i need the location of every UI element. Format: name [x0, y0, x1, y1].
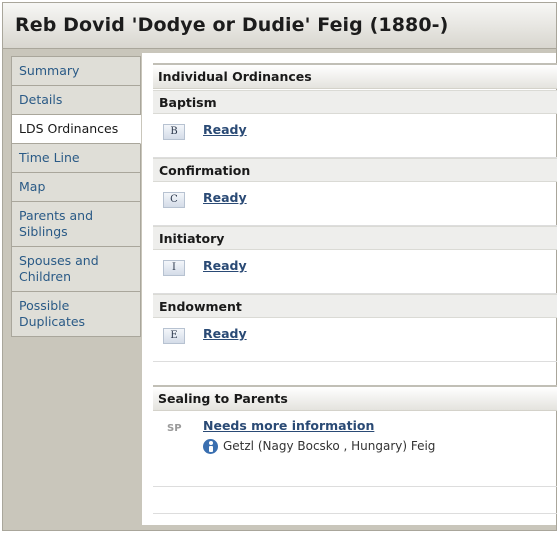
sidebar-item-time-line[interactable]: Time Line [11, 144, 141, 173]
parent-entry: Getzl (Nagy Bocsko , Hungary) Feig [203, 438, 435, 454]
ordinance-name: Baptism [159, 95, 217, 110]
page-title: Reb Dovid 'Dodye or Dudie' Feig (1880-) [15, 14, 449, 36]
sidebar-item-map[interactable]: Map [11, 173, 141, 202]
sidebar-item-spouses-children[interactable]: Spouses and Children [11, 247, 141, 292]
confirmation-badge-icon: C [163, 192, 185, 208]
needs-more-info-link[interactable]: Needs more information [203, 418, 374, 433]
parent-name: Getzl (Nagy Bocsko , Hungary) Feig [223, 439, 436, 453]
sidebar-item-lds-ordinances[interactable]: LDS Ordinances [11, 115, 141, 144]
section-title: Sealing to Parents [158, 391, 288, 406]
baptism-badge-icon: B [163, 124, 185, 140]
initiatory-badge-icon: I [163, 260, 185, 276]
individual-ordinances-header: Individual Ordinances [153, 63, 557, 89]
ordinance-heading-endowment: Endowment [153, 294, 557, 318]
ordinance-row-initiatory: I Ready [153, 250, 557, 294]
sidebar-item-possible-duplicates[interactable]: Possible Duplicates [11, 292, 141, 337]
person-info-icon[interactable] [203, 438, 218, 454]
baptism-status-link[interactable]: Ready [203, 122, 247, 137]
ordinance-name: Endowment [159, 299, 242, 314]
sealing-to-parents-header: Sealing to Parents [153, 385, 557, 411]
app-frame: Reb Dovid 'Dodye or Dudie' Feig (1880-) … [2, 2, 557, 531]
initiatory-status-link[interactable]: Ready [203, 258, 247, 273]
endowment-status-link[interactable]: Ready [203, 326, 247, 341]
ordinance-row-baptism: B Ready [153, 114, 557, 158]
ordinance-row-confirmation: C Ready [153, 182, 557, 226]
sidebar-item-summary[interactable]: Summary [11, 56, 141, 86]
ordinances-panel: Individual Ordinances Baptism B Ready Co… [142, 53, 557, 525]
sidebar-item-parents-siblings[interactable]: Parents and Siblings [11, 202, 141, 247]
title-bar: Reb Dovid 'Dodye or Dudie' Feig (1880-) [3, 3, 556, 49]
ordinance-name: Confirmation [159, 163, 251, 178]
confirmation-status-link[interactable]: Ready [203, 190, 247, 205]
sealing-badge-label: SP [167, 423, 182, 434]
ordinance-heading-confirmation: Confirmation [153, 158, 557, 182]
ordinance-name: Initiatory [159, 231, 225, 246]
section-title: Individual Ordinances [158, 69, 312, 84]
ordinance-row-endowment: E Ready [153, 318, 557, 362]
sidebar-nav: Summary Details LDS Ordinances Time Line… [11, 56, 141, 337]
sidebar-item-details[interactable]: Details [11, 86, 141, 115]
ordinance-heading-baptism: Baptism [153, 90, 557, 114]
sealing-row: SP Needs more information Getzl (Nagy Bo… [153, 411, 557, 487]
endowment-badge-icon: E [163, 328, 185, 344]
ordinance-heading-initiatory: Initiatory [153, 226, 557, 250]
divider [153, 513, 557, 514]
